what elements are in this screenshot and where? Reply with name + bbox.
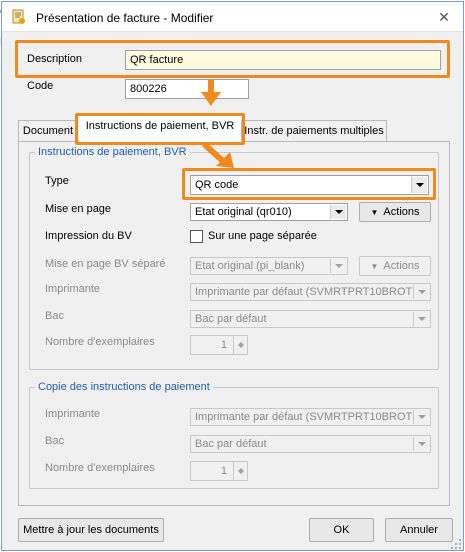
tab-document[interactable]: Document bbox=[18, 120, 78, 142]
code-label: Code bbox=[27, 80, 54, 92]
copie-nb-exemplaires-value: 1 bbox=[220, 465, 227, 477]
annotation-arrow-down-icon bbox=[201, 92, 221, 106]
invoice-app-icon bbox=[12, 9, 25, 24]
actions-button[interactable]: ▼ Actions bbox=[359, 202, 431, 222]
stepper-arrows[interactable] bbox=[233, 336, 247, 354]
impression-bv-label: Impression du BV bbox=[45, 230, 132, 242]
chevron-down-icon[interactable] bbox=[330, 205, 346, 219]
imprimante-value: Imprimante par défaut (SVMRTPRT10BROTH bbox=[195, 286, 421, 298]
nb-exemplaires-label: Nombre d'exemplaires bbox=[45, 336, 155, 348]
description-label: Description bbox=[27, 53, 83, 65]
mise-bv-separe-select[interactable]: Etat original (pi_blank) bbox=[190, 257, 348, 275]
mise-en-page-label: Mise en page bbox=[45, 203, 112, 215]
stepper-arrows[interactable] bbox=[233, 462, 247, 480]
mise-en-page-select[interactable]: Etat original (qr010) bbox=[190, 203, 348, 221]
stepper-down-icon[interactable] bbox=[234, 345, 247, 354]
type-select[interactable]: QR code bbox=[190, 175, 429, 195]
stepper-down-icon[interactable] bbox=[234, 471, 247, 480]
group-title-copie: Copie des instructions de paiement bbox=[35, 381, 213, 393]
cancel-button[interactable]: Annuler bbox=[385, 518, 453, 542]
chevron-down-icon[interactable] bbox=[413, 285, 429, 299]
annotation-arrow-diagonal-icon bbox=[202, 142, 234, 168]
nb-exemplaires-stepper[interactable]: 1 bbox=[190, 335, 248, 355]
chevron-down-icon[interactable] bbox=[413, 312, 429, 326]
chevron-down-icon[interactable] bbox=[413, 410, 429, 424]
copie-nb-exemplaires-label: Nombre d'exemplaires bbox=[45, 462, 155, 474]
type-select-value: QR code bbox=[195, 179, 239, 191]
chevron-down-icon[interactable] bbox=[411, 177, 427, 193]
chevron-down-icon[interactable] bbox=[413, 437, 429, 451]
copie-bac-label: Bac bbox=[45, 435, 64, 447]
description-input[interactable]: QR facture bbox=[125, 50, 441, 70]
type-label: Type bbox=[45, 175, 69, 187]
title-bar: Présentation de facture - Modifier ✕ bbox=[2, 2, 463, 32]
copie-imprimante-label: Imprimante bbox=[45, 408, 101, 420]
imprimante-label: Imprimante bbox=[45, 283, 101, 295]
window-title: Présentation de facture - Modifier bbox=[36, 11, 214, 25]
triangle-down-icon: ▼ bbox=[370, 207, 379, 217]
triangle-down-icon: ▼ bbox=[370, 261, 379, 271]
code-input[interactable]: 800226 bbox=[125, 79, 249, 99]
close-icon[interactable]: ✕ bbox=[434, 7, 454, 27]
stepper-up-icon[interactable] bbox=[234, 336, 247, 345]
actions-label: Actions bbox=[383, 206, 420, 218]
mise-bv-separe-value: Etat original (pi_blank) bbox=[195, 260, 305, 272]
ok-button[interactable]: OK bbox=[309, 518, 374, 542]
actions-disabled-label: Actions bbox=[383, 260, 420, 272]
copie-bac-value: Bac par défaut bbox=[195, 438, 267, 450]
resize-grip-icon[interactable] bbox=[450, 538, 462, 550]
copie-imprimante-value: Imprimante par défaut (SVMRTPRT10BROTH bbox=[195, 411, 421, 423]
bac-select[interactable]: Bac par défaut bbox=[190, 310, 431, 328]
tab-paiements-multiples[interactable]: Instr. de paiements multiples bbox=[241, 120, 387, 142]
separate-page-checkbox[interactable] bbox=[190, 230, 203, 243]
actions-disabled-button[interactable]: ▼ Actions bbox=[359, 256, 431, 276]
chevron-down-icon[interactable] bbox=[330, 259, 346, 273]
dialog-window: Présentation de facture - Modifier ✕ Des… bbox=[1, 1, 464, 551]
mise-bv-separe-label: Mise en page BV séparé bbox=[45, 258, 166, 270]
bac-label: Bac bbox=[45, 310, 64, 322]
group-title-instructions: Instructions de paiement, BVR bbox=[35, 146, 190, 158]
mise-en-page-value: Etat original (qr010) bbox=[195, 206, 292, 218]
stepper-up-icon[interactable] bbox=[234, 462, 247, 471]
copie-imprimante-select[interactable]: Imprimante par défaut (SVMRTPRT10BROTH bbox=[190, 408, 431, 426]
imprimante-select[interactable]: Imprimante par défaut (SVMRTPRT10BROTH bbox=[190, 283, 431, 301]
copie-nb-exemplaires-stepper[interactable]: 1 bbox=[190, 461, 248, 481]
separate-page-label: Sur une page séparée bbox=[208, 230, 317, 242]
nb-exemplaires-value: 1 bbox=[220, 339, 227, 351]
copie-bac-select[interactable]: Bac par défaut bbox=[190, 435, 431, 453]
bac-value: Bac par défaut bbox=[195, 313, 267, 325]
update-documents-button[interactable]: Mettre à jour les documents bbox=[18, 518, 164, 542]
tab-highlight bbox=[75, 113, 245, 145]
